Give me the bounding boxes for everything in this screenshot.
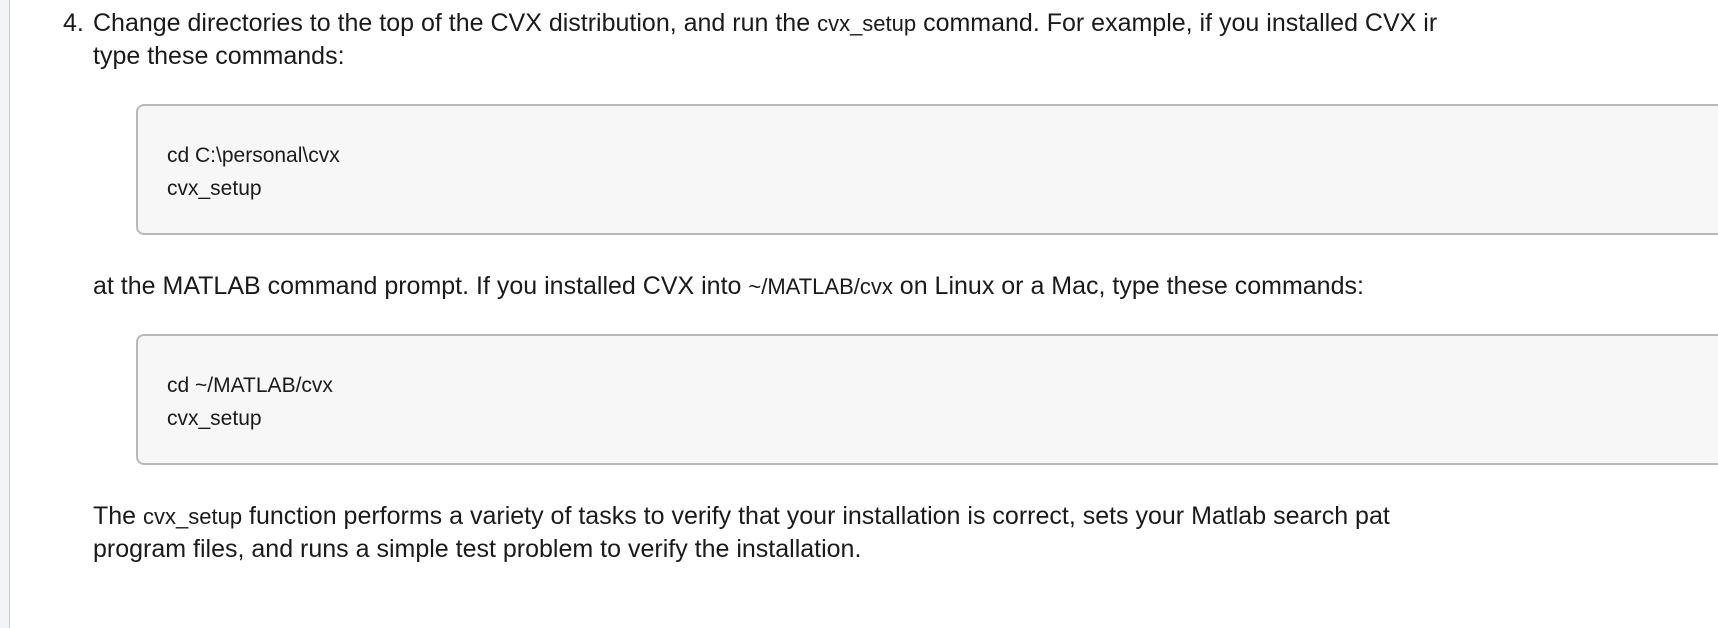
step-instruction-paragraph: Change directories to the top of the CVX… bbox=[93, 7, 1437, 73]
middle-paragraph: at the MATLAB command prompt. If you ins… bbox=[93, 270, 1364, 303]
step-instruction-text: Change directories to the top of the CVX… bbox=[93, 9, 818, 37]
closing-text-continued: function performs a variety of tasks to … bbox=[242, 502, 1390, 530]
middle-text: at the MATLAB command prompt. If you ins… bbox=[93, 272, 749, 300]
closing-line-1: The cvx_setup function performs a variet… bbox=[93, 500, 1390, 533]
code-line: cvx_setup bbox=[167, 177, 262, 200]
code-line: cvx_setup bbox=[167, 407, 262, 430]
code-line: cd ~/MATLAB/cvx bbox=[167, 374, 333, 397]
step-instruction-text-continued: command. For example, if you installed C… bbox=[916, 9, 1438, 37]
document-content: 4. Change directories to the top of the … bbox=[0, 0, 1718, 628]
middle-text-continued: on Linux or a Mac, type these commands: bbox=[892, 272, 1364, 300]
inline-code-cvx-setup: cvx_setup bbox=[817, 11, 917, 36]
step-instruction-line-1: Change directories to the top of the CVX… bbox=[93, 7, 1437, 40]
inline-code-cvx-setup: cvx_setup bbox=[143, 504, 243, 529]
code-line: cd C:\personal\cvx bbox=[167, 144, 340, 167]
inline-code-matlab-path: ~/MATLAB/cvx bbox=[748, 274, 893, 299]
closing-text: The bbox=[93, 502, 144, 530]
code-block-unix[interactable]: cd ~/MATLAB/cvx cvx_setup bbox=[136, 334, 1718, 465]
closing-paragraph: The cvx_setup function performs a variet… bbox=[93, 500, 1390, 566]
step-number: 4. bbox=[63, 9, 84, 37]
code-block-windows[interactable]: cd C:\personal\cvx cvx_setup bbox=[136, 104, 1718, 235]
step-instruction-line-2: type these commands: bbox=[93, 42, 345, 70]
closing-line-2: program files, and runs a simple test pr… bbox=[93, 535, 862, 563]
